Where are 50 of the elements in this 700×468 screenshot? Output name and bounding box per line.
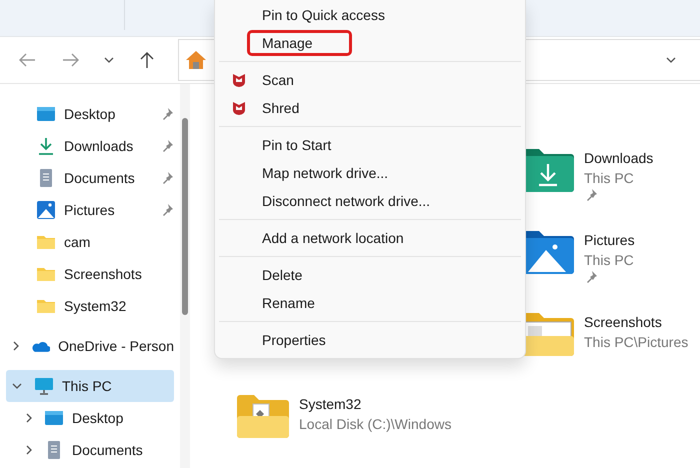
menu-item[interactable]: Scan xyxy=(219,66,521,94)
chevron-down-icon xyxy=(104,55,114,65)
file-tile[interactable]: Screenshots This PC\Pictures xyxy=(522,312,700,394)
menu-item[interactable]: Pin to Start xyxy=(219,131,521,159)
folder-name: Pictures xyxy=(584,231,635,250)
menu-item[interactable]: Manage xyxy=(219,29,521,57)
sidebar-item[interactable]: Pictures xyxy=(6,194,174,226)
file-tile[interactable]: System32 Local Disk (C:)\Windows xyxy=(237,394,522,468)
folder-name: System32 xyxy=(299,395,362,414)
file-tile[interactable]: Pictures This PC xyxy=(522,230,700,312)
sidebar-item[interactable]: cam xyxy=(6,226,174,258)
shield-icon xyxy=(231,72,247,88)
menu-item[interactable]: Rename xyxy=(219,289,521,317)
menu-item[interactable]: Map network drive... xyxy=(219,159,521,187)
sidebar-item[interactable]: Documents xyxy=(6,162,174,194)
sidebar-item[interactable]: This PC xyxy=(6,370,174,402)
chevron-down-icon xyxy=(666,55,676,65)
forward-arrow-icon xyxy=(62,52,80,68)
desktop-icon xyxy=(36,104,56,124)
sidebar-item[interactable]: Desktop xyxy=(6,98,174,130)
download-arrow-icon xyxy=(36,136,56,156)
up-arrow-icon xyxy=(139,51,155,69)
folder-location: This PC xyxy=(584,169,635,188)
menu-item[interactable]: Delete xyxy=(219,261,521,289)
file-tile[interactable]: Downloads This PC xyxy=(522,148,700,230)
folder-name: Downloads xyxy=(584,149,654,168)
sidebar-item[interactable]: Screenshots xyxy=(6,258,174,290)
sidebar-item[interactable]: Desktop xyxy=(6,402,174,434)
picture-icon xyxy=(36,200,56,220)
back-arrow-icon xyxy=(18,52,36,68)
scrollbar-thumb[interactable] xyxy=(182,118,188,315)
folder-name: Screenshots xyxy=(584,313,663,332)
menu-item[interactable]: Shred xyxy=(219,94,521,122)
home-icon xyxy=(185,50,207,70)
menu-item[interactable]: Properties xyxy=(219,326,521,354)
shield-icon xyxy=(231,100,247,116)
folder-location: This PC\Pictures xyxy=(584,333,688,352)
monitor-icon xyxy=(32,376,54,396)
folder-location: Local Disk (C:)\Windows xyxy=(299,415,452,434)
sidebar-item[interactable]: System32 xyxy=(6,290,174,322)
sidebar-item[interactable]: OneDrive - Person xyxy=(6,330,174,362)
scrollbar[interactable] xyxy=(180,84,190,468)
folder-icon xyxy=(237,394,289,438)
sidebar-item[interactable]: Downloads xyxy=(6,130,174,162)
menu-item[interactable]: Disconnect network drive... xyxy=(219,187,521,215)
sidebar-item[interactable]: Documents xyxy=(6,434,174,466)
desktop-icon xyxy=(44,408,64,428)
menu-item[interactable]: Pin to Quick access xyxy=(219,1,521,29)
folder-location: This PC xyxy=(584,251,635,270)
menu-item[interactable]: Add a network location xyxy=(219,224,521,252)
